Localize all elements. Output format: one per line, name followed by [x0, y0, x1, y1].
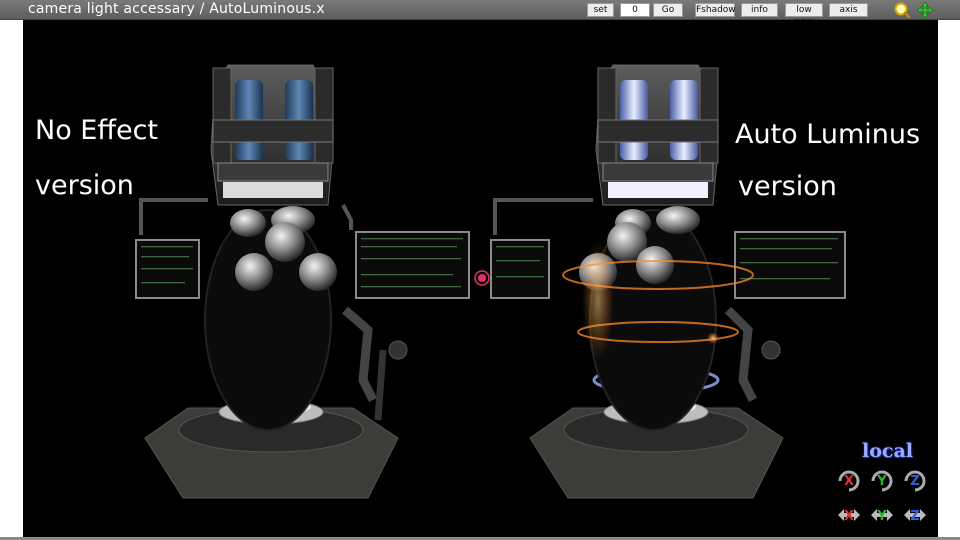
viewport-3d[interactable]: No Effect version Auto Luminus version [23, 20, 938, 537]
rotate-z-label: Z [910, 474, 919, 489]
move-z-label: Z [910, 509, 919, 524]
move-z-icon[interactable]: Z [902, 502, 928, 528]
info-button[interactable]: info [741, 3, 778, 17]
title-bar: camera light accessary / AutoLuminous.x … [0, 0, 960, 27]
axis-button[interactable]: axis [829, 3, 868, 17]
move-x-icon[interactable]: X [836, 502, 862, 528]
local-mode-label[interactable]: local [862, 440, 913, 462]
move-icon[interactable] [916, 1, 934, 19]
model-no-effect [135, 64, 470, 499]
caption-right-line2: version [738, 171, 837, 202]
caption-right-line1: Auto Luminus [735, 119, 921, 150]
go-button[interactable]: Go [653, 3, 683, 17]
move-y-label: Y [876, 509, 887, 524]
caption-left-line1: No Effect [35, 115, 159, 146]
zoom-icon[interactable] [893, 1, 911, 19]
record-icon[interactable] [474, 270, 490, 286]
frame-input[interactable]: 0 [620, 3, 650, 17]
rotate-x-icon[interactable]: X [836, 468, 862, 494]
move-y-icon[interactable]: Y [869, 502, 895, 528]
rotate-z-icon[interactable]: Z [902, 468, 928, 494]
low-pow-button[interactable]: low pow [785, 3, 823, 27]
rotate-x-label: X [844, 474, 854, 489]
window-title: camera light accessary / AutoLuminous.x [28, 1, 325, 17]
rotate-y-label: Y [876, 474, 887, 489]
rotate-y-icon[interactable]: Y [869, 468, 895, 494]
caption-left-line2: version [35, 170, 134, 201]
fshadow-button[interactable]: Fshadow [695, 3, 736, 17]
set-button[interactable]: set [587, 3, 614, 17]
move-x-label: X [844, 509, 854, 524]
